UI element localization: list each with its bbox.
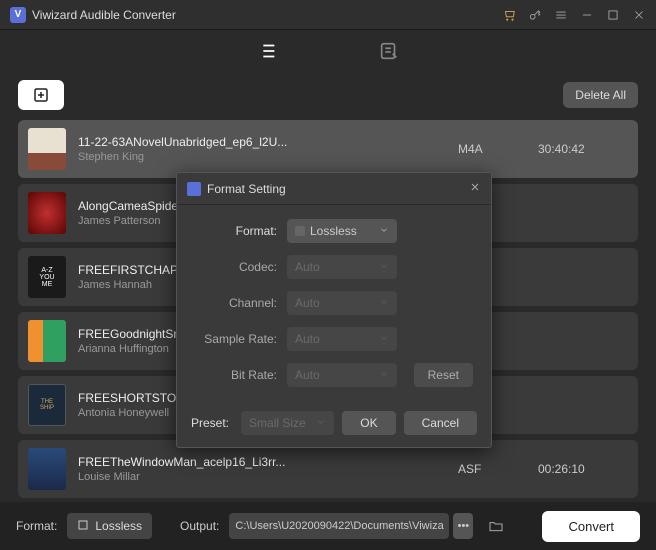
- chevron-down-icon: [379, 224, 389, 238]
- codec-field-label: Codec:: [195, 260, 287, 274]
- cancel-button[interactable]: Cancel: [404, 411, 477, 435]
- dialog-logo-icon: [187, 182, 201, 196]
- codec-select: Auto: [287, 255, 397, 279]
- preset-label: Preset:: [191, 416, 229, 430]
- channel-field-label: Channel:: [195, 296, 287, 310]
- format-field-label: Format:: [195, 224, 287, 238]
- chevron-down-icon: [379, 332, 389, 346]
- chevron-down-icon: [379, 368, 389, 382]
- chevron-down-icon: [379, 260, 389, 274]
- format-setting-dialog: Format Setting Format: Lossless Codec: A…: [176, 172, 492, 448]
- samplerate-field-label: Sample Rate:: [195, 332, 287, 346]
- samplerate-select: Auto: [287, 327, 397, 351]
- format-select[interactable]: Lossless: [287, 219, 397, 243]
- chevron-down-icon: [316, 416, 326, 430]
- bitrate-field-label: Bit Rate:: [195, 368, 287, 382]
- bitrate-select: Auto: [287, 363, 397, 387]
- reset-button[interactable]: Reset: [414, 363, 473, 387]
- modal-overlay: Format Setting Format: Lossless Codec: A…: [0, 0, 656, 550]
- channel-select: Auto: [287, 291, 397, 315]
- lossless-icon: [295, 226, 305, 236]
- chevron-down-icon: [379, 296, 389, 310]
- dialog-title: Format Setting: [207, 182, 469, 196]
- dialog-close-button[interactable]: [469, 181, 481, 196]
- ok-button[interactable]: OK: [342, 411, 395, 435]
- preset-select[interactable]: Small Size: [241, 411, 334, 435]
